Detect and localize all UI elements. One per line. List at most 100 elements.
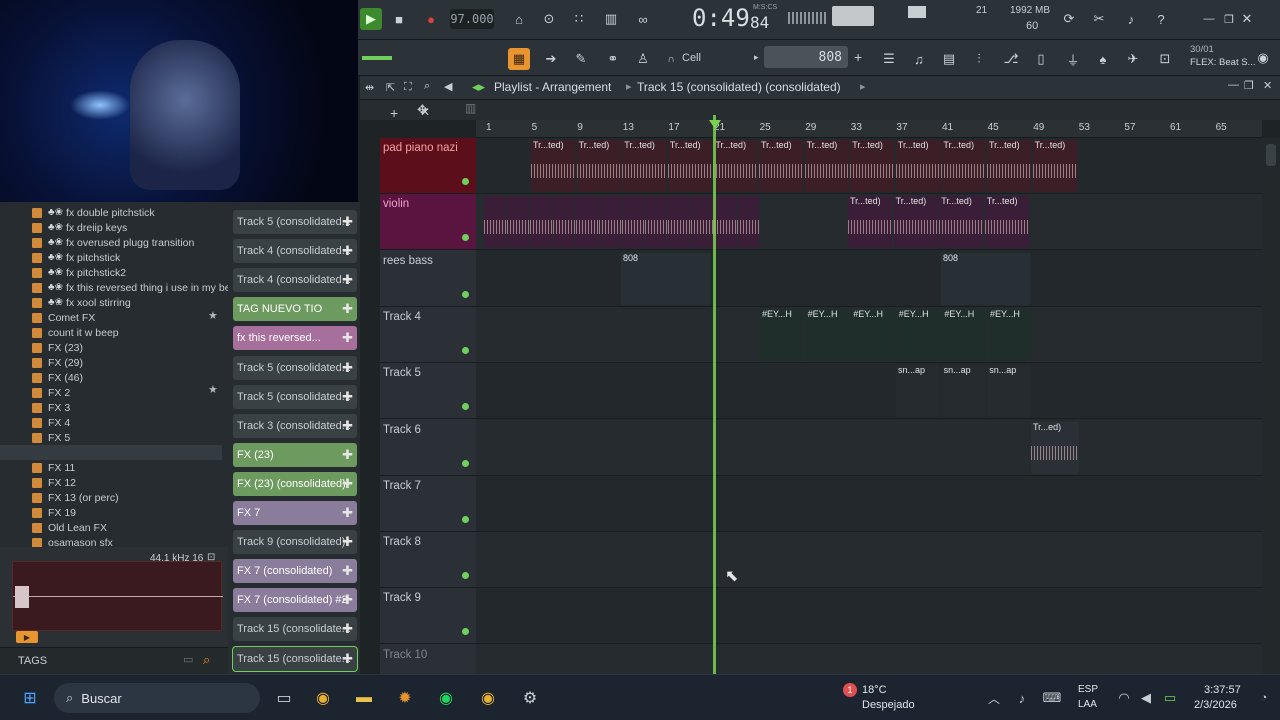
add-icon[interactable]: ✚ <box>342 418 353 434</box>
star-icon[interactable]: ★ <box>208 309 218 322</box>
picker-item[interactable]: Track 3 (consolidated... ✚ <box>233 413 357 438</box>
browser-icon[interactable]: ⎇ <box>1000 48 1022 70</box>
audio-clip[interactable] <box>530 196 552 249</box>
audio-clip[interactable]: sn...ap <box>896 365 940 418</box>
audio-clip[interactable] <box>645 196 667 249</box>
picker-item[interactable]: FX (23) (consolidated) ✚ <box>233 471 357 496</box>
pencil-icon[interactable]: ✎ <box>570 48 592 70</box>
audio-clip[interactable] <box>737 196 759 249</box>
playlist-maximize-icon[interactable]: ❐ <box>1244 79 1254 92</box>
track-mute-led[interactable] <box>462 403 469 411</box>
guitar-icon[interactable]: ♠ <box>1092 48 1114 70</box>
track-header[interactable]: Track 6 <box>380 419 476 476</box>
close-icon[interactable]: ✕ <box>1236 8 1258 30</box>
browser-item[interactable]: FX 12 <box>32 475 76 490</box>
audio-clip[interactable]: Tr...ted) <box>576 140 621 192</box>
playlist-mode-icon[interactable]: ▦ <box>508 48 530 70</box>
browser-item[interactable]: Old Lean FX <box>32 520 107 535</box>
picker-item[interactable]: Track 5 (consolidated... ✚ <box>233 384 357 409</box>
audio-clip[interactable] <box>484 196 506 249</box>
speaker-icon[interactable]: ◀ <box>444 80 452 93</box>
audio-clip[interactable]: 808 <box>941 252 1031 305</box>
audio-clip[interactable] <box>553 196 575 249</box>
audio-clip[interactable]: #EY...H <box>988 308 1032 361</box>
picker-item[interactable]: Track 15 (consolidate... ✚ <box>232 645 358 672</box>
playlist-arrow-icon[interactable]: ◂▸ <box>472 79 485 95</box>
browser-item[interactable]: FX 5 <box>32 430 70 445</box>
track-header[interactable]: Track 7 <box>380 475 476 532</box>
audio-clip[interactable]: Tr...ted) <box>531 140 575 192</box>
browser-item[interactable]: ♣❀ fx overused plugg transition <box>32 235 194 250</box>
add-icon[interactable]: ✚ <box>342 214 353 230</box>
add-icon[interactable]: ✚ <box>342 592 353 608</box>
picker-item[interactable]: FX (23) ✚ <box>233 442 357 467</box>
vertical-scrollbar[interactable] <box>1262 138 1280 674</box>
audio-clip[interactable]: Tr...ted) <box>939 196 984 249</box>
step-edit-icon[interactable]: ▥ <box>600 8 622 30</box>
help-icon[interactable]: ? <box>1150 8 1172 30</box>
countdown-icon[interactable]: ∷ <box>568 8 590 30</box>
audio-clip[interactable]: Tr...ted) <box>622 140 667 192</box>
track-lane[interactable] <box>476 644 1262 674</box>
windows-start-icon[interactable]: ⊞ <box>18 686 42 710</box>
track-mute-led[interactable] <box>462 459 469 467</box>
browser-item[interactable]: FX 2 <box>32 385 70 400</box>
taskbar-search[interactable]: ⌕ Buscar <box>54 683 260 713</box>
track-mute-led[interactable] <box>462 572 469 580</box>
plane-icon[interactable]: ✈ <box>1122 48 1144 70</box>
audio-clip[interactable] <box>668 196 690 249</box>
add-icon[interactable]: ✚ <box>342 243 353 259</box>
audio-clip[interactable]: #EY...H <box>805 308 850 361</box>
language-top[interactable]: ESP <box>1078 684 1098 695</box>
track-header[interactable]: Track 5 <box>380 363 476 420</box>
browser-item[interactable]: FX (46) <box>32 370 83 385</box>
folder-icon[interactable]: ▭ <box>183 653 193 666</box>
snap-value[interactable]: Cell <box>682 52 701 64</box>
audio-clip[interactable]: sn...ap <box>941 365 986 418</box>
audio-clip[interactable]: #EY...H <box>851 308 896 361</box>
picker-item[interactable]: Track 4 (consolidated... ✚ <box>233 268 357 293</box>
audio-clip[interactable] <box>691 196 713 249</box>
arrow-right-icon[interactable]: ➔ <box>540 48 562 70</box>
loop-record-icon[interactable]: ∞ <box>632 8 654 30</box>
browser-item[interactable]: FX 13 (or perc) <box>32 490 119 505</box>
track-mute-led[interactable] <box>462 290 469 298</box>
clock-time[interactable]: 3:37:57 <box>1204 684 1241 696</box>
browser-item[interactable]: Comet FX <box>32 310 95 325</box>
stamp-icon[interactable]: ♙ <box>632 48 654 70</box>
browser-item[interactable]: ♣❀ fx pitchstick <box>32 250 120 265</box>
pattern-selector[interactable]: 808 <box>764 46 848 68</box>
minimize-icon[interactable]: — <box>1198 8 1220 30</box>
browser-item[interactable]: count it w beep <box>32 325 119 340</box>
link-icon[interactable]: ⚭ <box>602 48 624 70</box>
clock-date[interactable]: 2/3/2026 <box>1194 699 1237 711</box>
timeline-ruler[interactable]: 1 5 9 13 17 21 25 29 33 37 41 45 49 53 57 61 65 <box>476 120 1262 138</box>
track-lane[interactable] <box>476 532 1262 589</box>
add-icon[interactable]: ✚ <box>342 447 353 463</box>
browser-item[interactable]: FX (29) <box>32 355 83 370</box>
fit-icon[interactable]: ⛶ <box>404 81 412 94</box>
audio-clip[interactable]: Tr...ted) <box>667 140 712 192</box>
track-lane[interactable] <box>476 588 1262 645</box>
chevron-up-icon[interactable]: ︿ <box>982 686 1006 710</box>
microphone-icon[interactable]: ♪ <box>1010 686 1034 710</box>
fl-studio-icon[interactable]: ✹ <box>393 686 417 710</box>
audio-clip[interactable]: #EY...H <box>760 308 804 361</box>
piano-icon[interactable]: ▥ <box>465 101 476 115</box>
track-header[interactable]: Track 9 <box>380 588 476 645</box>
record-icon[interactable]: ● <box>420 8 442 30</box>
metronome-icon[interactable]: ⌂ <box>508 8 530 30</box>
channel-rack-icon[interactable]: ▤ <box>938 48 960 70</box>
playlist-close-icon[interactable]: ✕ <box>1263 79 1272 92</box>
move-icon[interactable]: ⇹ <box>365 81 374 94</box>
browser-item[interactable]: ♣❀ fx pitchstick2 <box>32 265 126 280</box>
breadcrumb[interactable]: Track 15 (consolidated) (consolidated) <box>637 80 841 94</box>
audio-clip[interactable]: Tr...ted) <box>804 140 849 192</box>
add-icon[interactable]: ✚ <box>342 563 353 579</box>
file-explorer-app-icon[interactable]: ▭ <box>272 686 296 710</box>
audio-clip[interactable]: sn...ap <box>987 365 1032 418</box>
picker-item[interactable]: TAG NUEVO TIO ✚ <box>233 297 357 322</box>
notifications-icon[interactable]: ◔ <box>1252 686 1276 710</box>
keyboard-icon[interactable]: ⌨ <box>1040 686 1064 710</box>
wait-icon[interactable]: ⊙ <box>538 8 560 30</box>
